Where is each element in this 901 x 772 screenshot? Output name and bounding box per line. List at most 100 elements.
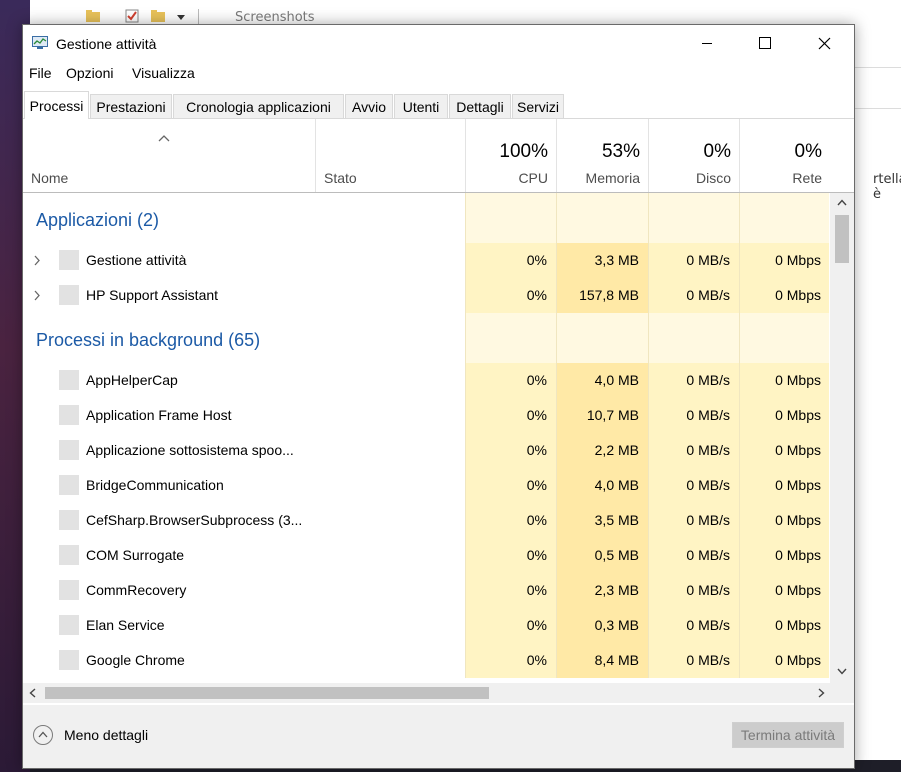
close-button[interactable] (795, 25, 853, 61)
network-percent: 0% (794, 141, 822, 162)
minimize-button[interactable] (678, 25, 736, 61)
dropdown-arrow-icon (177, 15, 185, 20)
tab-users[interactable]: Utenti (394, 94, 448, 118)
group-title-apps: Applicazioni (2) (36, 210, 160, 230)
table-row[interactable]: CommRecovery 0% 2,3 MB 0 MB/s 0 Mbps (23, 573, 829, 608)
footer: Meno dettagli Termina attività (23, 705, 854, 768)
cpu-value: 0% (465, 608, 556, 643)
cpu-value: 0% (465, 433, 556, 468)
cpu-value: 0% (465, 398, 556, 433)
memory-value: 2,3 MB (556, 573, 648, 608)
heat-cell (556, 193, 648, 243)
memory-value: 4,0 MB (556, 363, 648, 398)
horizontal-scroll-thumb[interactable] (45, 687, 489, 699)
explorer-divider (855, 108, 901, 109)
chevron-up-circle-icon (33, 725, 53, 745)
tab-performance[interactable]: Prestazioni (90, 94, 172, 118)
memory-label: Memoria (585, 170, 640, 186)
disk-label: Disco (695, 170, 731, 186)
scroll-left-icon[interactable] (29, 688, 36, 698)
process-icon (59, 405, 79, 425)
folder-icon (86, 10, 100, 22)
table-row[interactable]: Google Chrome 0% 8,4 MB 0 MB/s 0 Mbps (23, 643, 829, 678)
network-value: 0 Mbps (739, 398, 829, 433)
header-memory[interactable]: 53% Memoria (556, 119, 648, 192)
sort-up-icon (158, 135, 170, 142)
task-manager-icon (32, 36, 48, 49)
menu-file[interactable]: File (29, 65, 52, 81)
table-row[interactable]: CefSharp.BrowserSubprocess (3... 0% 3,5 … (23, 503, 829, 538)
process-icon (59, 545, 79, 565)
process-icon (59, 650, 79, 670)
tab-startup[interactable]: Avvio (345, 94, 393, 118)
process-name: Gestione attività (86, 252, 187, 268)
column-header: Nome Stato 100% CPU 53% Memoria 0% Disco… (23, 119, 854, 193)
horizontal-scrollbar[interactable] (23, 683, 830, 703)
process-name: HP Support Assistant (86, 287, 219, 303)
process-icon (59, 250, 79, 270)
cpu-value: 0% (465, 503, 556, 538)
cpu-value: 0% (465, 643, 556, 678)
table-row[interactable]: Gestione attività 0% 3,3 MB 0 MB/s 0 Mbp… (23, 243, 829, 278)
heat-cell (739, 313, 829, 363)
end-task-button[interactable]: Termina attività (732, 722, 844, 748)
table-row[interactable]: Applicazione sottosistema spoo... 0% 2,2… (23, 433, 829, 468)
vertical-scroll-thumb[interactable] (835, 215, 849, 263)
table-row[interactable]: HP Support Assistant 0% 157,8 MB 0 MB/s … (23, 278, 829, 313)
memory-value: 4,0 MB (556, 468, 648, 503)
maximize-button[interactable] (736, 25, 794, 61)
tab-details[interactable]: Dettagli (449, 94, 511, 118)
header-cpu[interactable]: 100% CPU (465, 119, 556, 192)
header-status-label: Stato (324, 170, 357, 186)
process-icon (59, 510, 79, 530)
table-row[interactable]: Application Frame Host 0% 10,7 MB 0 MB/s… (23, 398, 829, 433)
group-title-background: Processi in background (65) (36, 330, 261, 350)
less-details-label: Meno dettagli (64, 727, 149, 743)
process-icon (59, 440, 79, 460)
memory-value: 157,8 MB (556, 278, 648, 313)
disk-value: 0 MB/s (648, 363, 739, 398)
scroll-down-icon[interactable] (837, 668, 847, 675)
disk-value: 0 MB/s (648, 643, 739, 678)
chevron-right-icon[interactable] (33, 290, 41, 301)
network-value: 0 Mbps (739, 278, 829, 313)
group-header-apps[interactable]: Applicazioni (2) (23, 193, 829, 243)
scroll-right-icon[interactable] (818, 688, 825, 698)
process-name: COM Surrogate (86, 547, 185, 563)
table-row[interactable]: COM Surrogate 0% 0,5 MB 0 MB/s 0 Mbps (23, 538, 829, 573)
tab-app-history[interactable]: Cronologia applicazioni (173, 94, 344, 118)
disk-value: 0 MB/s (648, 398, 739, 433)
tab-processes[interactable]: Processi (24, 91, 89, 119)
menu-view[interactable]: Visualizza (132, 65, 195, 81)
header-network[interactable]: 0% Rete (739, 119, 830, 192)
scroll-up-icon[interactable] (837, 199, 847, 206)
network-value: 0 Mbps (739, 243, 829, 278)
disk-value: 0 MB/s (648, 243, 739, 278)
title-bar[interactable]: Gestione attività (23, 25, 854, 61)
network-value: 0 Mbps (739, 433, 829, 468)
network-value: 0 Mbps (739, 573, 829, 608)
minimize-icon (702, 43, 712, 44)
menu-options[interactable]: Opzioni (66, 65, 113, 81)
table-row[interactable]: Elan Service 0% 0,3 MB 0 MB/s 0 Mbps (23, 608, 829, 643)
process-icon (59, 285, 79, 305)
process-name: BridgeCommunication (86, 477, 224, 493)
header-disk[interactable]: 0% Disco (648, 119, 739, 192)
task-manager-window: Gestione attività File Opzioni Visualizz… (22, 24, 855, 769)
cpu-value: 0% (465, 538, 556, 573)
table-row[interactable]: BridgeCommunication 0% 4,0 MB 0 MB/s 0 M… (23, 468, 829, 503)
checklist-icon (125, 9, 139, 23)
memory-value: 2,2 MB (556, 433, 648, 468)
tab-services[interactable]: Servizi (512, 94, 564, 118)
vertical-scrollbar[interactable] (830, 193, 854, 683)
header-status[interactable]: Stato (315, 119, 465, 192)
header-name[interactable]: Nome (23, 119, 315, 192)
network-value: 0 Mbps (739, 468, 829, 503)
table-row[interactable]: AppHelperCap 0% 4,0 MB 0 MB/s 0 Mbps (23, 363, 829, 398)
heat-cell (556, 313, 648, 363)
disk-percent: 0% (703, 141, 731, 162)
chevron-right-icon[interactable] (33, 255, 41, 266)
network-value: 0 Mbps (739, 643, 829, 678)
group-header-background[interactable]: Processi in background (65) (23, 313, 829, 363)
memory-percent: 53% (601, 141, 640, 162)
